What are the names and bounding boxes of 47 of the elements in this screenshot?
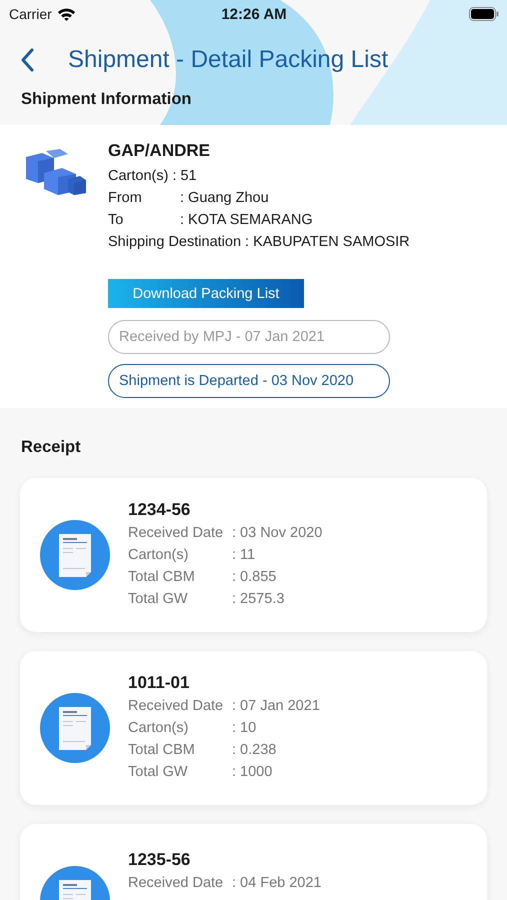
field-label: Total GW (128, 763, 189, 782)
field-value: : 51 (172, 167, 197, 186)
field-label: Carton(s) (108, 167, 168, 186)
receipt-icon (40, 693, 110, 763)
receipt-icon (40, 520, 110, 590)
field-value: : 03 Nov 2020 (232, 524, 322, 543)
field-label: Carton(s) (128, 546, 190, 565)
status-time: 12:26 AM (221, 6, 287, 22)
field-value: : 11 (232, 546, 256, 565)
field-label: Carton(s) (128, 719, 190, 738)
field-value: : KABUPATEN SAMOSIR (245, 233, 410, 252)
field-label: Total GW (128, 590, 189, 609)
receipt-card[interactable]: 1234-56 Received Date : 03 Nov 2020 Carton(s) : 11 Total CBM : 0.855 Total GW : 2575.3 (20, 478, 487, 632)
field-label: From (108, 189, 143, 208)
field-label: Received Date (128, 874, 224, 893)
field-label: Total CBM (128, 568, 196, 587)
field-label: Received Date (128, 697, 224, 716)
field-value: : 07 Jan 2021 (232, 697, 320, 716)
boxes-icon (24, 149, 88, 195)
receipt-number: 1011-01 (128, 673, 190, 693)
section-title: Shipment Information (20, 90, 192, 109)
section-title: Receipt (20, 437, 82, 458)
field-value: : 10 (232, 719, 256, 738)
shipment-name: GAP/ANDRE (108, 141, 210, 161)
field-value: : 0.855 (232, 568, 276, 587)
status-pill: Received by MPJ - 07 Jan 2021 (108, 320, 390, 354)
field-label: Shipping Destination (108, 233, 242, 252)
receipt-number: 1234-56 (128, 500, 192, 520)
field-value: : 1000 (232, 763, 272, 782)
battery-icon (469, 7, 499, 21)
field-value: : 04 Feb 2021 (232, 874, 322, 893)
carrier-label: Carrier (9, 6, 52, 22)
wifi-icon (56, 7, 76, 21)
receipt-card[interactable]: 1011-01 Received Date : 07 Jan 2021 Carton(s) : 10 Total CBM : 0.238 Total GW : 1000 (20, 651, 487, 805)
back-icon[interactable] (20, 48, 34, 72)
download-button[interactable]: Download Packing List (108, 279, 304, 308)
field-label: Received Date (128, 524, 224, 543)
field-value: : 2575.3 (232, 590, 284, 609)
field-value: : 0.238 (232, 741, 276, 760)
field-label: To (108, 211, 124, 230)
receipt-card[interactable]: 1235-56 Received Date : 04 Feb 2021 (20, 824, 487, 900)
page-title: Shipment - Detail Packing List (68, 46, 388, 74)
receipt-number: 1235-56 (128, 850, 192, 870)
field-value: : KOTA SEMARANG (180, 211, 313, 230)
status-pill: Shipment is Departed - 03 Nov 2020 (108, 364, 390, 398)
field-label: Total CBM (128, 741, 196, 760)
field-value: : Guang Zhou (180, 189, 269, 208)
